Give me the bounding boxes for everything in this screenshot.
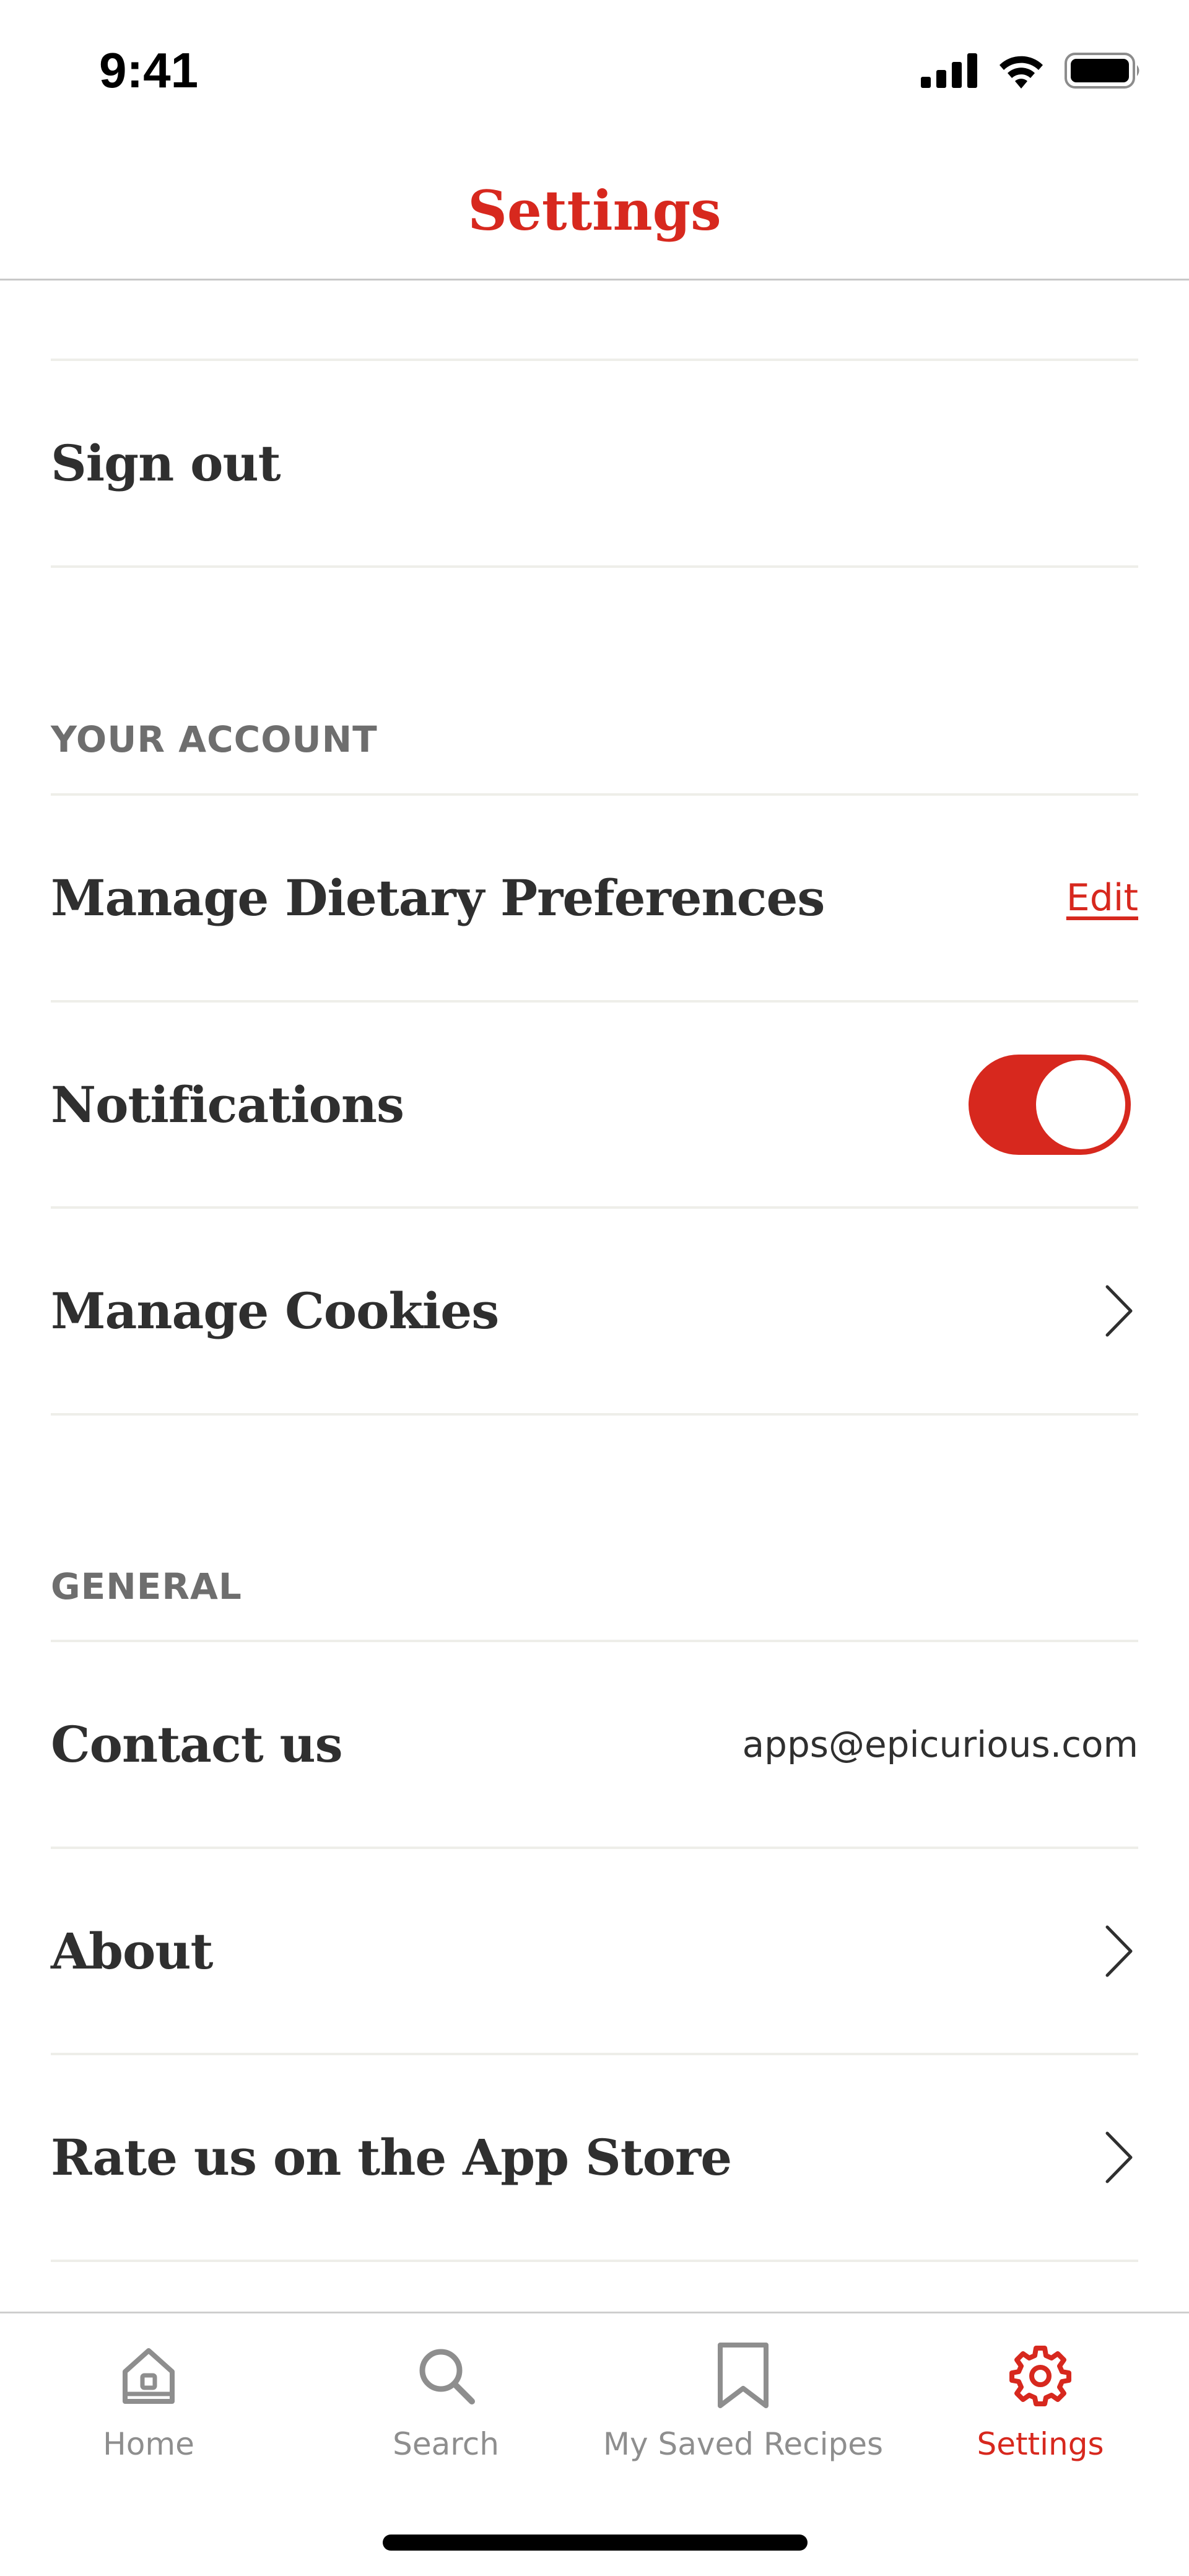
- tab-search-label: Search: [393, 2426, 499, 2462]
- contact-us-label: Contact us: [51, 1715, 343, 1773]
- status-bar: 9:41: [0, 0, 1189, 142]
- tab-my-saved-recipes[interactable]: My Saved Recipes: [594, 2338, 892, 2462]
- notifications-toggle[interactable]: [969, 1055, 1131, 1155]
- tab-my-saved-recipes-label: My Saved Recipes: [603, 2426, 884, 2462]
- tab-bar: Home Search My Saved Recipes Settings: [0, 2312, 1189, 2576]
- chevron-right-icon: [1105, 1285, 1133, 1337]
- cellular-signal-icon: [921, 53, 977, 88]
- manage-dietary-preferences-row[interactable]: Manage Dietary Preferences Edit: [51, 796, 1138, 1000]
- page-title: Settings: [468, 178, 721, 243]
- divider: [51, 1413, 1138, 1416]
- section-header-your-account: YOUR ACCOUNT: [51, 718, 378, 760]
- toggle-knob: [1036, 1060, 1125, 1149]
- tab-settings[interactable]: Settings: [892, 2338, 1189, 2462]
- rate-app-store-label: Rate us on the App Store: [51, 2128, 732, 2187]
- status-time: 9:41: [99, 43, 199, 98]
- tab-home-label: Home: [103, 2426, 194, 2462]
- notifications-row: Notifications: [51, 1003, 1138, 1207]
- manage-cookies-row[interactable]: Manage Cookies: [51, 1209, 1138, 1413]
- navigation-bar: Settings: [0, 142, 1189, 281]
- battery-icon: [1065, 53, 1139, 89]
- contact-us-row[interactable]: Contact us apps@epicurious.com: [51, 1642, 1138, 1847]
- home-indicator: [383, 2535, 808, 2551]
- status-icons: [921, 53, 1143, 89]
- gear-icon: [1006, 2338, 1074, 2413]
- section-header-general: GENERAL: [51, 1565, 242, 1608]
- home-icon: [115, 2338, 183, 2413]
- about-row[interactable]: About: [51, 1849, 1138, 2053]
- manage-cookies-label: Manage Cookies: [51, 1282, 499, 1340]
- tab-home[interactable]: Home: [0, 2338, 297, 2462]
- edit-link[interactable]: Edit: [1066, 876, 1138, 920]
- manage-dietary-preferences-label: Manage Dietary Preferences: [51, 869, 825, 927]
- contact-email[interactable]: apps@epicurious.com: [743, 1723, 1138, 1765]
- chevron-right-icon: [1105, 1925, 1133, 1977]
- divider: [51, 2260, 1138, 2262]
- tab-settings-label: Settings: [977, 2426, 1104, 2462]
- sign-out-label: Sign out: [51, 434, 281, 492]
- divider: [51, 565, 1138, 568]
- tab-search[interactable]: Search: [297, 2338, 594, 2462]
- settings-list[interactable]: Sign out YOUR ACCOUNT Manage Dietary Pre…: [0, 281, 1189, 2312]
- bookmark-icon: [709, 2338, 777, 2413]
- rate-app-store-row[interactable]: Rate us on the App Store: [51, 2055, 1138, 2260]
- wifi-icon: [1000, 56, 1043, 89]
- chevron-right-icon: [1105, 2131, 1133, 2183]
- search-icon: [412, 2338, 480, 2413]
- about-label: About: [51, 1922, 213, 1980]
- notifications-label: Notifications: [51, 1076, 404, 1134]
- sign-out-row[interactable]: Sign out: [51, 361, 1138, 565]
